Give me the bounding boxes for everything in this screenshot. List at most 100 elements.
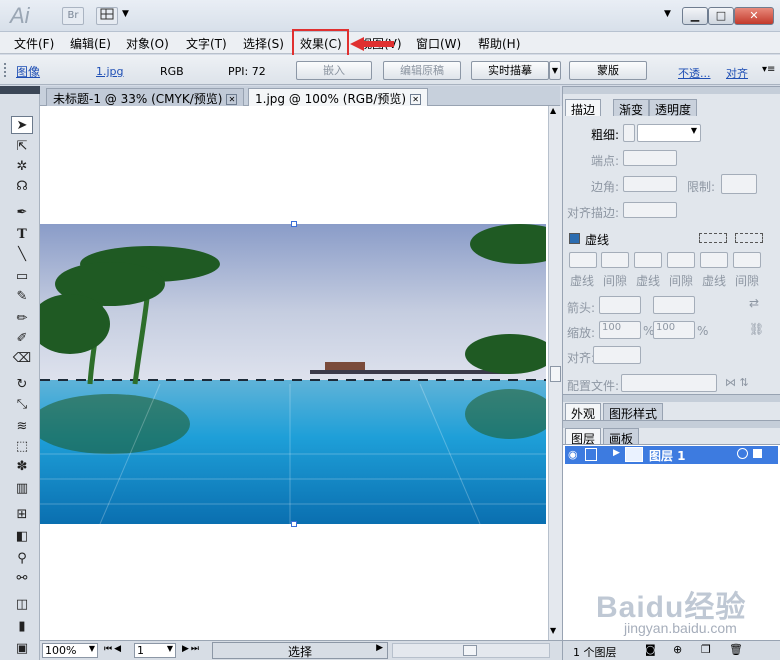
graph-tool-icon[interactable]: ▥	[11, 480, 33, 498]
dash-field-1[interactable]	[569, 252, 597, 268]
tools-panel-header[interactable]	[0, 86, 40, 94]
align-arrow-buttons[interactable]	[593, 346, 641, 364]
bridge-button[interactable]: Br	[62, 7, 84, 25]
end-arrow-select[interactable]	[653, 296, 695, 314]
scroll-down-icon[interactable]: ▼	[550, 626, 556, 635]
selection-tool-icon[interactable]: ➤	[11, 116, 33, 134]
dash-align-icon[interactable]	[735, 233, 763, 243]
new-sublayer-icon[interactable]: ⊕	[673, 643, 682, 656]
cap-buttons[interactable]	[623, 150, 677, 166]
paintbrush-tool-icon[interactable]: ✎	[11, 288, 33, 306]
tab-layers[interactable]: 图层	[565, 428, 602, 446]
expand-layer-icon[interactable]: ▶	[613, 448, 620, 458]
object-type-link[interactable]: 图像	[16, 63, 40, 80]
menu-object[interactable]: 对象(O)	[126, 35, 169, 52]
workspace-dropdown-icon[interactable]: ▼	[664, 9, 671, 19]
control-menu-icon[interactable]: ▾≡	[762, 64, 775, 75]
tab-1-jpg[interactable]: 1.jpg @ 100% (RGB/预览) ✕	[248, 88, 429, 106]
tab-gradient[interactable]: 渐变	[613, 99, 650, 117]
close-tab-icon[interactable]: ✕	[410, 94, 422, 105]
warp-tool-icon[interactable]: ≋	[11, 418, 33, 436]
layer-row[interactable]: ◉ ▶ 图层 1	[565, 446, 778, 464]
menu-file[interactable]: 文件(F)	[14, 35, 54, 52]
screen-mode-icon[interactable]: ▣	[11, 640, 33, 658]
layers-panel-header[interactable]	[563, 420, 780, 428]
new-layer-icon[interactable]: ❐	[701, 643, 711, 656]
arrange-dropdown-icon[interactable]: ▼	[122, 9, 129, 19]
scale-tool-icon[interactable]: ⤡	[11, 396, 33, 414]
dash-preserve-icon[interactable]	[699, 233, 727, 243]
slice-tool-icon[interactable]: ◫	[11, 596, 33, 614]
line-tool-icon[interactable]: ╲	[11, 246, 33, 264]
dashed-line-checkbox[interactable]	[569, 233, 580, 244]
menu-type[interactable]: 文字(T)	[186, 35, 227, 52]
selection-indicator[interactable]	[753, 449, 762, 458]
live-trace-button[interactable]: 实时描摹	[471, 61, 549, 80]
artboard-select[interactable]: 1 ▼	[134, 643, 176, 658]
tab-artboards[interactable]: 画板	[603, 428, 640, 446]
tab-untitled-1[interactable]: 未标题-1 @ 33% (CMYK/预览) ✕	[46, 88, 245, 106]
column-graph-icon[interactable]: ▮	[11, 618, 33, 636]
bounding-box-handle-bottom[interactable]	[291, 521, 297, 527]
minimize-button[interactable]: ▁	[682, 7, 708, 25]
gradient-tool-icon[interactable]: ◧	[11, 528, 33, 546]
corner-buttons[interactable]	[623, 176, 677, 192]
placed-image[interactable]	[40, 224, 546, 524]
zoom-select[interactable]: 100% ▼	[42, 643, 98, 658]
embed-button[interactable]: 嵌入	[296, 61, 372, 80]
tab-stroke[interactable]: 描边	[565, 99, 602, 117]
align-stroke-buttons[interactable]	[623, 202, 677, 218]
mask-button[interactable]: 蒙版	[569, 61, 647, 80]
free-transform-tool-icon[interactable]: ⬚	[11, 438, 33, 456]
mesh-tool-icon[interactable]: ⊞	[11, 506, 33, 524]
live-trace-dropdown-icon[interactable]: ▼	[549, 61, 561, 80]
horizontal-scrollbar[interactable]	[392, 643, 550, 658]
dash-field-2[interactable]	[634, 252, 662, 268]
weight-stepper[interactable]	[623, 124, 635, 142]
target-icon[interactable]	[737, 448, 748, 459]
magic-wand-tool-icon[interactable]: ✲	[11, 158, 33, 176]
panel-dock-header[interactable]	[563, 86, 780, 94]
menu-help[interactable]: 帮助(H)	[478, 35, 520, 52]
rotate-tool-icon[interactable]: ↻	[11, 376, 33, 394]
type-tool-icon[interactable]: T	[11, 226, 33, 244]
lock-toggle[interactable]	[585, 448, 597, 461]
dash-field-3[interactable]	[700, 252, 728, 268]
hscroll-thumb[interactable]	[463, 645, 477, 656]
flip-profile-icons[interactable]: ⋈ ⇅	[725, 376, 749, 389]
symbol-sprayer-tool-icon[interactable]: ✽	[11, 458, 33, 476]
layer-name[interactable]: 图层 1	[649, 447, 686, 464]
gap-field-2[interactable]	[667, 252, 695, 268]
vertical-scrollbar[interactable]: ▲ ▼	[548, 106, 562, 640]
first-prev-artboard-icon[interactable]: ⏮◀	[104, 644, 123, 654]
swap-arrows-icon[interactable]: ⇄	[749, 296, 759, 310]
menu-window[interactable]: 窗口(W)	[416, 35, 461, 52]
menu-select[interactable]: 选择(S)	[243, 35, 284, 52]
arrange-documents-button[interactable]	[96, 7, 118, 25]
start-arrow-select[interactable]	[599, 296, 641, 314]
delete-layer-icon[interactable]: 🗑	[729, 643, 743, 656]
eyedropper-tool-icon[interactable]: ⚲	[11, 550, 33, 568]
next-last-artboard-icon[interactable]: ▶⏭	[182, 644, 201, 654]
start-scale-field[interactable]: 100	[599, 321, 641, 339]
make-clipping-mask-icon[interactable]: ◙	[645, 643, 656, 656]
grip-handle[interactable]	[4, 63, 9, 77]
scroll-up-icon[interactable]: ▲	[550, 106, 556, 115]
status-info-button[interactable]: 选择 ▶	[212, 642, 388, 659]
blend-tool-icon[interactable]: ⚯	[11, 570, 33, 588]
link-scale-icon[interactable]: ⛓	[749, 322, 764, 336]
end-scale-field[interactable]: 100	[653, 321, 695, 339]
weight-select[interactable]: ▼	[637, 124, 701, 142]
bounding-box-handle-top[interactable]	[291, 221, 297, 227]
gap-field-3[interactable]	[733, 252, 761, 268]
pencil-tool-icon[interactable]: ✏	[11, 310, 33, 328]
tab-transparency[interactable]: 透明度	[649, 99, 698, 117]
scroll-thumb[interactable]	[550, 366, 561, 382]
limit-field[interactable]	[721, 174, 757, 194]
close-button[interactable]: ✕	[734, 7, 774, 25]
rectangle-tool-icon[interactable]: ▭	[11, 268, 33, 286]
lasso-tool-icon[interactable]: ☊	[11, 178, 33, 196]
align-link[interactable]: 对齐	[726, 65, 748, 81]
file-name-link[interactable]: 1.jpg	[96, 65, 124, 78]
direct-selection-tool-icon[interactable]: ⇱	[11, 138, 33, 156]
